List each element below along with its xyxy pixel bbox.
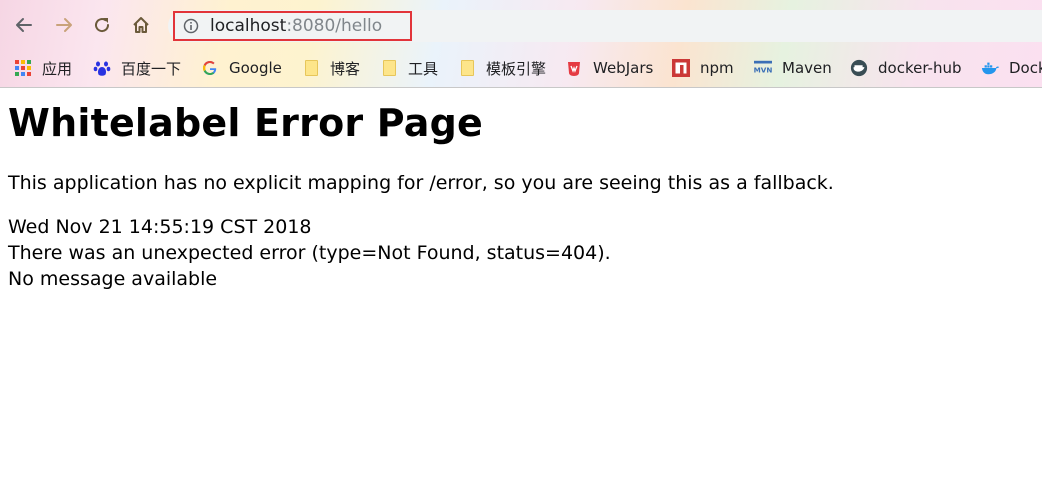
bookmark-label: Maven <box>782 59 832 77</box>
bookmark-apps[interactable]: 应用 <box>14 54 72 82</box>
bookmark-webjars[interactable]: WebJars <box>565 54 653 82</box>
bookmark-docker[interactable]: Dock <box>981 54 1042 82</box>
bookmark-folder-templates[interactable]: 模板引擎 <box>458 54 546 82</box>
info-icon[interactable] <box>183 18 199 34</box>
bookmark-google[interactable]: Google <box>201 54 282 82</box>
maven-icon: MVN <box>754 59 772 77</box>
bookmark-docker-hub[interactable]: docker-hub <box>850 54 961 82</box>
docker-hub-icon <box>850 59 868 77</box>
url-host: localhost <box>210 16 287 36</box>
bookmark-maven[interactable]: MVN Maven <box>754 54 832 82</box>
svg-text:MVN: MVN <box>754 66 772 75</box>
bookmark-folder-tools[interactable]: 工具 <box>380 54 438 82</box>
error-details: Wed Nov 21 14:55:19 CST 2018 There was a… <box>8 214 1028 292</box>
baidu-paw-icon <box>93 59 111 77</box>
apps-grid-icon <box>14 59 32 77</box>
bookmark-label: 百度一下 <box>121 59 182 78</box>
bookmark-label: npm <box>700 59 734 77</box>
error-status-line: There was an unexpected error (type=Not … <box>8 242 611 264</box>
error-explanation: This application has no explicit mapping… <box>8 172 834 194</box>
bookmark-label: WebJars <box>593 59 654 77</box>
folder-icon <box>302 59 320 77</box>
bookmark-folder-blog[interactable]: 博客 <box>302 54 360 82</box>
bookmark-baidu[interactable]: 百度一下 <box>93 54 181 82</box>
google-g-icon <box>201 59 219 77</box>
bookmark-label: 模板引擎 <box>486 59 547 78</box>
bookmark-label: 工具 <box>408 59 439 78</box>
url-text[interactable]: localhost:8080/hello <box>210 14 382 38</box>
browser-toolbar: localhost:8080/hello <box>0 0 1042 50</box>
reload-icon <box>95 18 110 33</box>
forward-button[interactable] <box>51 12 77 38</box>
npm-icon <box>672 59 690 77</box>
browser-chrome: localhost:8080/hello 应用 百度一下 Google 博客 工… <box>0 0 1042 88</box>
webjars-icon <box>565 59 583 77</box>
bookmark-label: 博客 <box>330 59 361 78</box>
bookmark-npm[interactable]: npm <box>672 54 734 82</box>
url-path: :8080/hello <box>286 16 383 36</box>
error-message-line: No message available <box>8 268 218 290</box>
folder-icon <box>458 59 476 77</box>
home-button[interactable] <box>128 12 154 38</box>
home-icon <box>133 17 149 33</box>
bookmark-label: docker-hub <box>878 59 962 77</box>
reload-button[interactable] <box>89 12 115 38</box>
folder-icon <box>380 59 398 77</box>
error-timestamp: Wed Nov 21 14:55:19 CST 2018 <box>8 216 312 238</box>
back-button[interactable] <box>11 12 37 38</box>
forward-arrow-icon <box>56 18 72 32</box>
page-title: Whitelabel Error Page <box>8 101 483 145</box>
page-content: Whitelabel Error Page This application h… <box>8 96 1028 292</box>
docker-whale-icon <box>981 59 999 77</box>
bookmark-label: 应用 <box>42 59 73 78</box>
bookmarks-bar: 应用 百度一下 Google 博客 工具 模板引擎 WebJars npm MV… <box>0 50 1042 86</box>
bookmark-label: Dock <box>1009 59 1042 77</box>
bookmark-label: Google <box>229 59 282 77</box>
back-arrow-icon <box>16 18 32 32</box>
